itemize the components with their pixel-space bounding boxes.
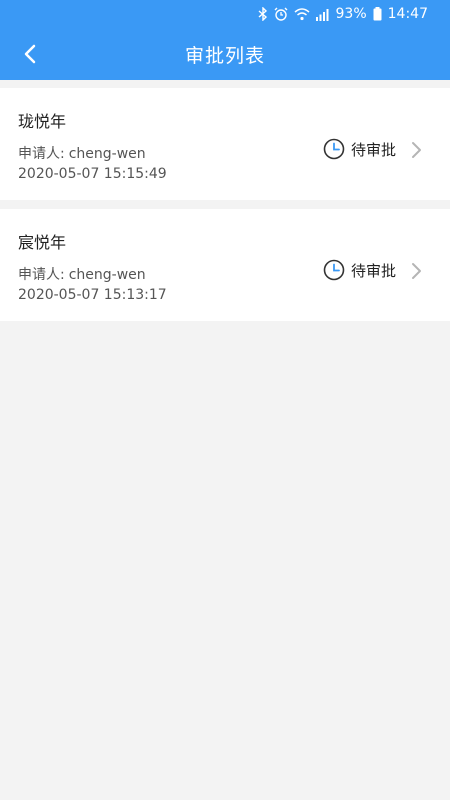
status-time: 14:47 [387,6,428,22]
applicant-label: 申请人: [18,146,65,162]
status-text: 待审批 [350,261,396,280]
chevron-right-icon [412,263,421,279]
applicant-label: 申请人: [18,267,65,283]
approval-datetime: 2020-05-07 15:13:17 [18,287,167,303]
approval-item[interactable]: 珑悦年 申请人: cheng-wen 2020-05-07 15:15:49 待审… [0,88,450,200]
approval-item[interactable]: 宸悦年 申请人: cheng-wen 2020-05-07 15:13:17 待审… [0,209,450,321]
top-bar: 93% 14:47 审批列表 [0,0,450,80]
chevron-right-icon [412,142,421,158]
alarm-icon [274,7,288,21]
approval-title: 宸悦年 [18,233,67,252]
applicant-name: cheng-wen [68,267,146,283]
clock-icon [323,138,345,160]
status-badge: 待审批 [323,138,396,160]
clock-icon [323,259,345,281]
status-badge: 待审批 [323,259,396,281]
approval-title: 珑悦年 [18,112,67,131]
approval-list: 珑悦年 申请人: cheng-wen 2020-05-07 15:15:49 待审… [0,80,450,321]
nav-bar: 审批列表 [0,28,450,80]
battery-percent: 93% [335,6,367,22]
applicant-row: 申请人: cheng-wen [18,264,146,284]
status-bar: 93% 14:47 [0,0,450,28]
page-title: 审批列表 [184,44,265,67]
battery-icon [373,7,382,21]
signal-icon [315,8,329,21]
wifi-icon [294,7,310,20]
applicant-row: 申请人: cheng-wen [18,143,146,163]
bluetooth-icon [258,7,267,21]
status-text: 待审批 [350,140,396,159]
applicant-name: cheng-wen [68,146,146,162]
back-button[interactable] [14,38,46,70]
approval-datetime: 2020-05-07 15:15:49 [18,166,167,182]
chevron-left-icon [24,44,36,64]
